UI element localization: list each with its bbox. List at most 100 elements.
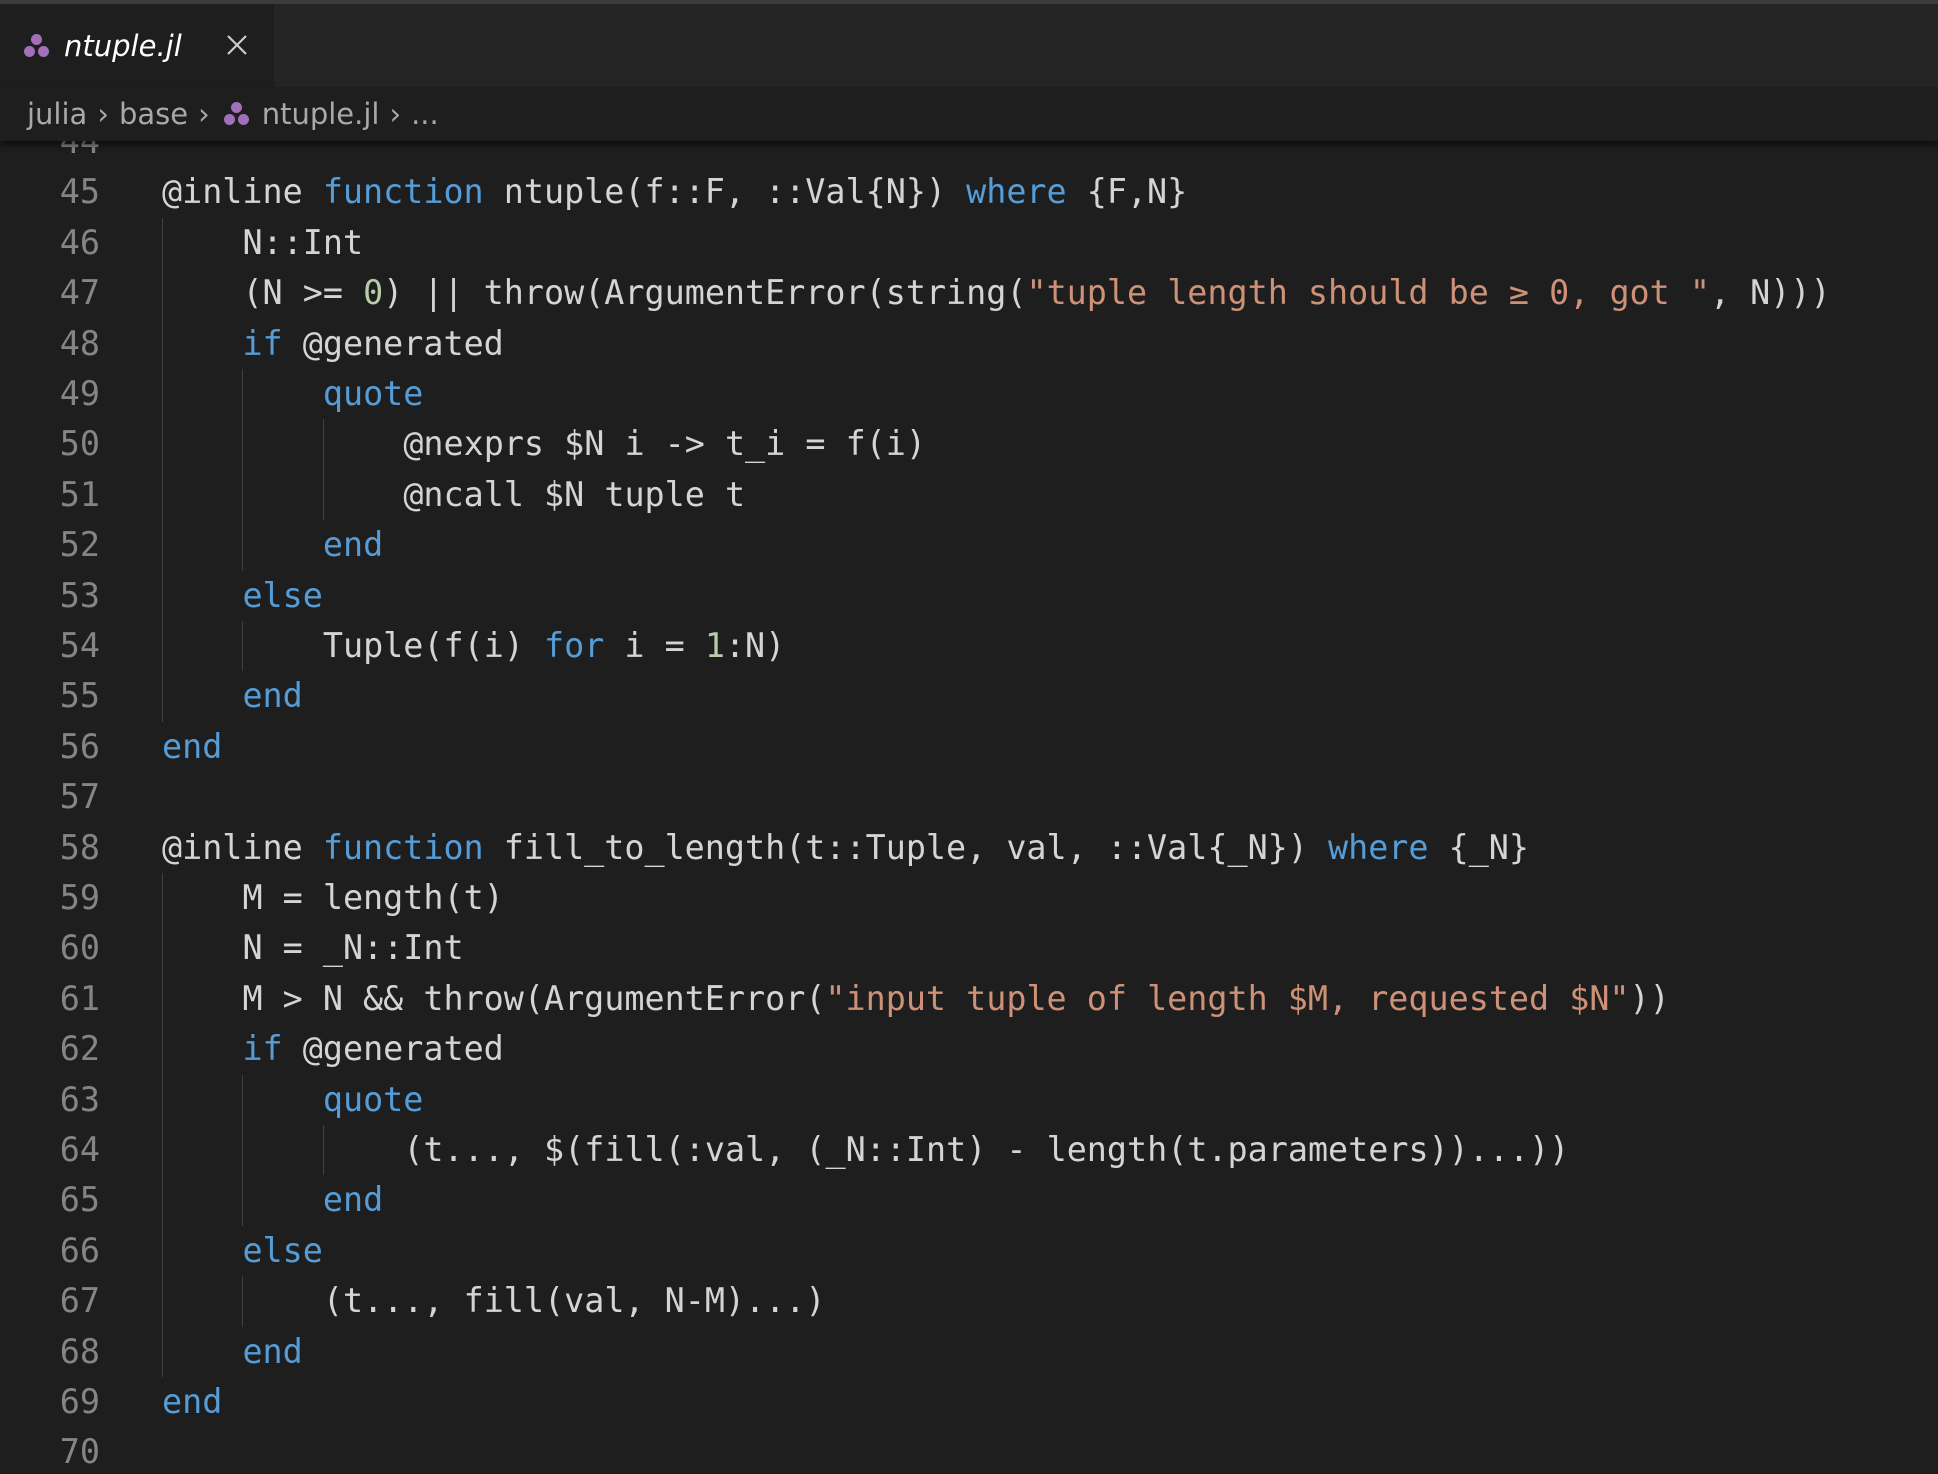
- indent-guide: [162, 1175, 163, 1226]
- code-token: i =: [604, 626, 705, 665]
- indent-guide: [162, 419, 163, 470]
- code-line[interactable]: 46 N::Int: [0, 217, 1938, 269]
- tab-label: ntuple.jl: [64, 28, 182, 63]
- indent-guide: [162, 1125, 163, 1176]
- code-line[interactable]: 65 end: [0, 1175, 1938, 1226]
- code-line[interactable]: 70: [0, 1427, 1938, 1474]
- indent-guide: [242, 419, 244, 470]
- code-token: @generated: [282, 1029, 504, 1069]
- code-text: M > N && throw(ArgumentError("input tupl…: [242, 974, 1669, 1024]
- indent-guide: [162, 318, 163, 369]
- code-token: )): [1629, 978, 1670, 1018]
- code-token: M = length(t): [242, 878, 504, 917]
- code-line[interactable]: 45 @inline function ntuple(f::F, ::Val{N}…: [0, 167, 1938, 217]
- code-text: end: [242, 671, 302, 721]
- keyword-token: end: [162, 726, 223, 766]
- keyword-token: end: [322, 1180, 384, 1220]
- indent-guide: [322, 419, 324, 470]
- line-number: 60: [59, 928, 100, 968]
- indent-guide: [162, 1326, 163, 1377]
- code-line[interactable]: 61 M > N && throw(ArgumentError("input tu…: [0, 973, 1938, 1025]
- line-number: 56: [59, 726, 100, 766]
- code-line[interactable]: 57: [0, 772, 1938, 822]
- code-line[interactable]: 69 end: [0, 1377, 1938, 1427]
- keyword-token: end: [162, 1382, 223, 1421]
- line-number: 54: [59, 626, 100, 665]
- close-icon[interactable]: [222, 30, 252, 60]
- code-line[interactable]: 55 end: [0, 671, 1938, 722]
- breadcrumb: julia › base › ntuple.jl › ...: [0, 87, 1938, 141]
- indent-guide: [242, 369, 244, 420]
- code-token: @inline: [162, 172, 323, 212]
- code-line[interactable]: 51 @ncall $N tuple t: [0, 469, 1938, 521]
- code-line[interactable]: 67 (t..., fill(val, N-M)...): [0, 1276, 1938, 1327]
- indent-guide: [162, 1276, 163, 1327]
- code-line[interactable]: 48 if @generated: [0, 318, 1938, 369]
- code-text: end: [242, 1327, 302, 1377]
- keyword-token: function: [322, 172, 484, 212]
- code-text: @ncall $N tuple t: [403, 470, 745, 520]
- indent-guide: [242, 1175, 244, 1226]
- code-token: (N >=: [242, 273, 364, 313]
- code-token: Tuple(f(i): [322, 626, 545, 665]
- line-number: 65: [59, 1180, 100, 1220]
- chevron-right-icon: ›: [389, 97, 402, 131]
- code-line[interactable]: 63 quote: [0, 1074, 1938, 1125]
- code-text: if @generated: [242, 319, 503, 369]
- line-number: 52: [59, 525, 100, 565]
- code-token: @inline: [162, 827, 323, 867]
- code-line[interactable]: 49 quote: [0, 369, 1938, 420]
- code-line[interactable]: 68 end: [0, 1326, 1938, 1377]
- code-line[interactable]: 52 end: [0, 520, 1938, 571]
- code-token: (t..., fill(val, N-M)...): [322, 1281, 826, 1321]
- indent-guide: [162, 923, 163, 974]
- indent-guide: [162, 217, 163, 269]
- line-number: 66: [59, 1230, 100, 1270]
- line-number: 47: [59, 273, 100, 313]
- breadcrumb-item-symbols[interactable]: ...: [411, 97, 439, 131]
- code-text: @nexprs $N i -> t_i = f(i): [403, 419, 926, 469]
- code-line[interactable]: 59 M = length(t): [0, 873, 1938, 924]
- line-number: 63: [59, 1079, 100, 1119]
- code-text: end: [162, 1377, 222, 1427]
- keyword-token: end: [242, 676, 303, 716]
- indent-guide: [162, 520, 163, 571]
- code-token: fill_to_length(t::Tuple, val, ::Val{_N}): [483, 827, 1328, 867]
- indent-guide: [162, 1225, 163, 1277]
- line-number: 51: [59, 474, 100, 514]
- code-token: N = _N::Int: [242, 928, 464, 968]
- line-number: 62: [59, 1029, 100, 1069]
- code-line[interactable]: 66 else: [0, 1225, 1938, 1277]
- code-line[interactable]: 50 @nexprs $N i -> t_i = f(i): [0, 419, 1938, 470]
- code-line[interactable]: 60 N = _N::Int: [0, 923, 1938, 974]
- code-line[interactable]: 54 Tuple(f(i) for i = 1:N): [0, 621, 1938, 672]
- breadcrumb-item-julia[interactable]: julia: [27, 97, 87, 131]
- indent-guide: [242, 1074, 244, 1125]
- breadcrumb-item-file[interactable]: ntuple.jl: [262, 97, 380, 131]
- breadcrumb-item-base[interactable]: base: [119, 97, 188, 131]
- code-token: @nexprs $N i -> t_i = f(i): [403, 424, 926, 464]
- code-text: (t..., $(fill(:val, (_N::Int) - length(t…: [403, 1125, 1569, 1175]
- tab-ntuple-jl[interactable]: ntuple.jl: [0, 4, 274, 87]
- keyword-token: quote: [322, 1079, 424, 1119]
- code-line[interactable]: 62 if @generated: [0, 1024, 1938, 1075]
- chevron-right-icon: ›: [97, 97, 109, 131]
- code-token: N::Int: [242, 222, 364, 262]
- code-text: @inline function fill_to_length(t::Tuple…: [162, 823, 1529, 873]
- line-number: 50: [59, 424, 100, 464]
- indent-guide: [242, 1276, 244, 1327]
- string-token: "input tuple of length $M, requested $N": [825, 978, 1630, 1018]
- indent-guide: [242, 469, 244, 521]
- code-token: @ncall $N tuple t: [403, 474, 746, 514]
- code-line[interactable]: 56 end: [0, 722, 1938, 772]
- keyword-token: else: [242, 575, 323, 615]
- code-line[interactable]: 58 @inline function fill_to_length(t::Tup…: [0, 823, 1938, 873]
- code-editor[interactable]: 44 45 @inline function ntuple(f::F, ::Val{…: [0, 116, 1938, 1474]
- keyword-token: if: [242, 323, 283, 363]
- line-number: 45: [59, 172, 100, 212]
- code-line[interactable]: 53 else: [0, 570, 1938, 621]
- line-number: 68: [59, 1331, 100, 1371]
- code-line[interactable]: 64 (t..., $(fill(:val, (_N::Int) - length…: [0, 1125, 1938, 1176]
- code-text: quote: [323, 369, 424, 419]
- code-line[interactable]: 47 (N >= 0) || throw(ArgumentError(string…: [0, 268, 1938, 319]
